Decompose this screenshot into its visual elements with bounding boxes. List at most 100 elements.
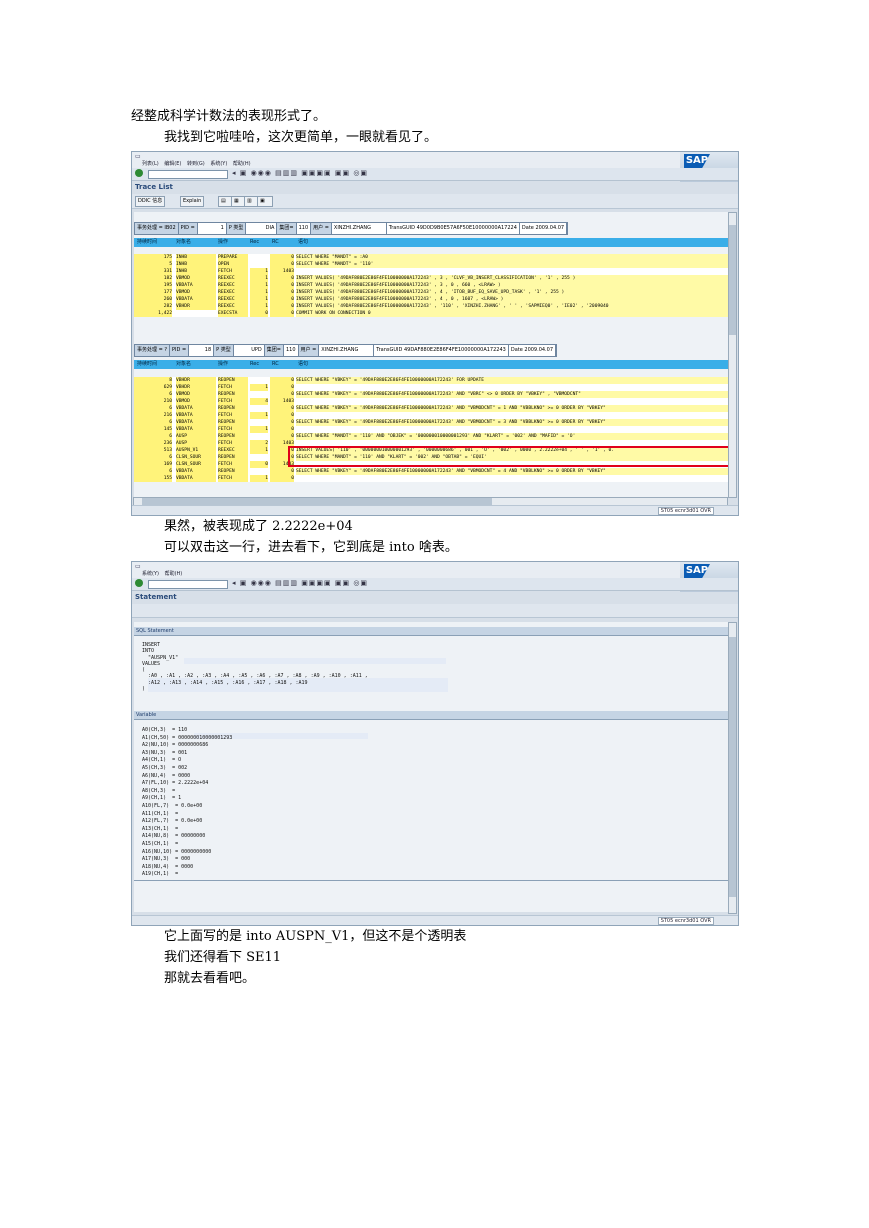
row-cell-rec: 0 [250, 461, 268, 468]
row-cell-op: FETCH [218, 268, 248, 275]
col2-rec: Rec [250, 361, 260, 367]
row-cell-op: REEXEC [218, 303, 248, 310]
trace-row[interactable]: 282 VBHDR REEXEC 1 0 INSERT VALUES( '49DAF880… [134, 303, 728, 310]
system-menu-icon-2[interactable]: ▭ [135, 563, 141, 570]
trace-row[interactable]: 331 INHB FETCH 1 1403 [134, 268, 728, 275]
menu-goto[interactable]: 转到(G) [187, 161, 205, 167]
menu-list[interactable]: 列表(L) [142, 161, 159, 167]
hdr2-transguid: TransGUID 49DAF880E2E86F4FE10000000A1722… [374, 345, 509, 356]
row-cell-obj: VBDATA [176, 475, 216, 482]
trace-row[interactable]: 8 VBHDR REOPEN 0 SELECT WHERE "VBKEY" = '49D… [134, 377, 728, 384]
hdr-pid-label: PID = [178, 223, 198, 234]
row-cell-dur: 145 [134, 426, 172, 433]
h-scrollbar-thumb[interactable] [142, 498, 492, 505]
trace-row[interactable]: 177 VBMOD REEXEC 1 0 INSERT VALUES( '49DAF880… [134, 289, 728, 296]
print-icon[interactable]: ▣ [257, 196, 273, 207]
row-cell-op: FETCH [218, 440, 248, 447]
row-cell-op: REOPEN [218, 468, 248, 475]
command-field-2[interactable] [148, 580, 228, 589]
trace-row[interactable]: 5 INHB OPEN 0 SELECT WHERE "MANDT" = '110' [134, 261, 728, 268]
row-cell-rc: 0 [270, 468, 294, 475]
row-cell-dur: 8 [134, 377, 172, 384]
row-cell-dur: 182 [134, 275, 172, 282]
row-cell-rec: 1 [250, 275, 268, 282]
row-cell-rec: 0 [250, 310, 268, 317]
col2-object: 对象名 [176, 361, 192, 367]
trace-row[interactable]: 1,422 EXECSTA 0 0 COMMIT WORK ON CONNECTION … [134, 310, 728, 317]
row-cell-rc: 0 [270, 289, 294, 296]
trace-row[interactable]: 195 VBDATA REEXEC 1 0 INSERT VALUES( '49DAF88… [134, 282, 728, 289]
row-cell-rc: 0 [270, 384, 294, 391]
hdr-client-label: 集团= [277, 223, 297, 234]
row-cell-op: FETCH [218, 412, 248, 419]
row-cell-op: EXECSTA [218, 310, 248, 317]
row-cell-rc: 0 [270, 391, 294, 398]
row-cell-op: REOPEN [218, 377, 248, 384]
row-cell-op: REOPEN [218, 454, 248, 461]
row-cell-op: FETCH [218, 398, 248, 405]
row-cell-dur: 216 [134, 412, 172, 419]
ddic-info-button[interactable]: DDIC 信息 [135, 196, 166, 207]
trace-row[interactable]: 629 VBHDR FETCH 1 0 [134, 384, 728, 391]
scrollbar-thumb[interactable] [729, 225, 736, 335]
trace-row[interactable]: 182 VBMOD REEXEC 1 0 INSERT VALUES( '49DAF880… [134, 275, 728, 282]
hdr-ptype: DIA [246, 223, 278, 234]
hdr2-user-label: 用户 = [298, 345, 320, 356]
enter-icon[interactable] [135, 169, 143, 177]
explain-button[interactable]: Explain [180, 196, 205, 207]
row-cell-statement: INSERT VALUES( '49DAF880E2E86F4FE1000000… [296, 303, 728, 310]
hdr2-transaction: 事务处理 = ? [135, 345, 171, 356]
menu-system-2[interactable]: 系统(Y) [142, 571, 159, 577]
menu-edit[interactable]: 编辑(E) [164, 161, 181, 167]
col-operation: 操作 [218, 239, 229, 245]
trace-row[interactable]: 175 INHB PREPARE 0 SELECT WHERE "MANDT" = :A… [134, 254, 728, 261]
menu-help-2[interactable]: 帮助(H) [165, 571, 183, 577]
row-cell-obj: VBHDR [176, 303, 216, 310]
row-cell-obj: CLSN_SOUR [176, 461, 216, 468]
application-toolbar: DDIC 信息 Explain ▤ ▦ ▥ ▣ [132, 194, 738, 209]
trace-row[interactable]: 6 VBDATA REOPEN 0 SELECT WHERE "VBKEY" = '49… [134, 419, 728, 426]
row-cell-rc: 0 [270, 412, 294, 419]
trace-row[interactable]: 145 VBDATA FETCH 1 0 [134, 426, 728, 433]
status-mode-2: OVR [700, 918, 711, 924]
hdr-client: 110 [296, 223, 312, 234]
trace-row[interactable]: 6 VBDATA REOPEN 0 SELECT WHERE "VBKEY" = '49… [134, 468, 728, 475]
menu-system[interactable]: 系统(Y) [210, 161, 227, 167]
trace-row[interactable]: 216 VBDATA FETCH 1 0 [134, 412, 728, 419]
sap-window-statement: ▭ 系统(Y) 帮助(H) ▣▣▣ SAP ◂ ▣ ◉◉◉ ▤▥▥ ▣▣▣▣ ▣… [131, 561, 739, 926]
col2-rc: RC [272, 361, 279, 367]
row-cell-dur: 331 [134, 268, 172, 275]
row-cell-obj: VBDATA [176, 405, 216, 412]
trace-row[interactable]: 210 VBMOD FETCH 4 1403 [134, 398, 728, 405]
vertical-scrollbar-2[interactable] [728, 622, 737, 914]
command-field[interactable] [148, 170, 228, 179]
row-cell-obj: VBDATA [176, 296, 216, 303]
menu-help[interactable]: 帮助(H) [233, 161, 251, 167]
row-cell-rc: 0 [270, 419, 294, 426]
toolbar-icons[interactable]: ◂ ▣ ◉◉◉ ▤▥▥ ▣▣▣▣ ▣▣ ◎▣ [232, 169, 368, 177]
section-divider [134, 880, 728, 881]
variable-list: A0(CH,3) = 110 A1(CH,50) = 0000000100000… [142, 727, 233, 878]
status-sys-id: ST05 [660, 508, 674, 514]
row-cell-obj: INHB [176, 261, 216, 268]
sql-statement-text: INSERT INTO "AUSPN_V1" VALUES ( :A0 , :A… [142, 642, 368, 693]
trace-row[interactable]: 6 AUSP REOPEN 0 SELECT WHERE "MANDT" = '110'… [134, 433, 728, 440]
status-mode: OVR [700, 508, 711, 514]
sql-statement-label: SQL Statement [136, 628, 174, 634]
vertical-scrollbar[interactable] [728, 212, 737, 498]
row-cell-rc: 0 [270, 405, 294, 412]
row-cell-obj: AUSP [176, 433, 216, 440]
row-cell-statement: SELECT WHERE "MANDT" = :A0 [296, 254, 728, 261]
trace-row[interactable]: 260 VBDATA REEXEC 1 0 INSERT VALUES( '49DAF88… [134, 296, 728, 303]
row-cell-obj: VBHDR [176, 384, 216, 391]
row-cell-statement: SELECT WHERE "MANDT" = '110' AND "OBJEK"… [296, 433, 728, 440]
system-menu-icon[interactable]: ▭ [135, 153, 141, 160]
trace-row[interactable]: 6 VBDATA REOPEN 0 SELECT WHERE "VBKEY" = '49… [134, 405, 728, 412]
enter-icon-2[interactable] [135, 579, 143, 587]
row-cell-statement: INSERT VALUES( '49DAF880E2E86F4FE1000000… [296, 275, 728, 282]
trace-row[interactable]: 6 VBMOD REOPEN 0 SELECT WHERE "VBKEY" = '49D… [134, 391, 728, 398]
toolbar-icons-2[interactable]: ◂ ▣ ◉◉◉ ▤▥▥ ▣▣▣▣ ▣▣ ◎▣ [232, 579, 368, 587]
trace-row[interactable]: 155 VBDATA FETCH 1 0 [134, 475, 728, 482]
row-cell-op: PREPARE [218, 254, 248, 261]
scrollbar-thumb-2[interactable] [729, 637, 736, 897]
